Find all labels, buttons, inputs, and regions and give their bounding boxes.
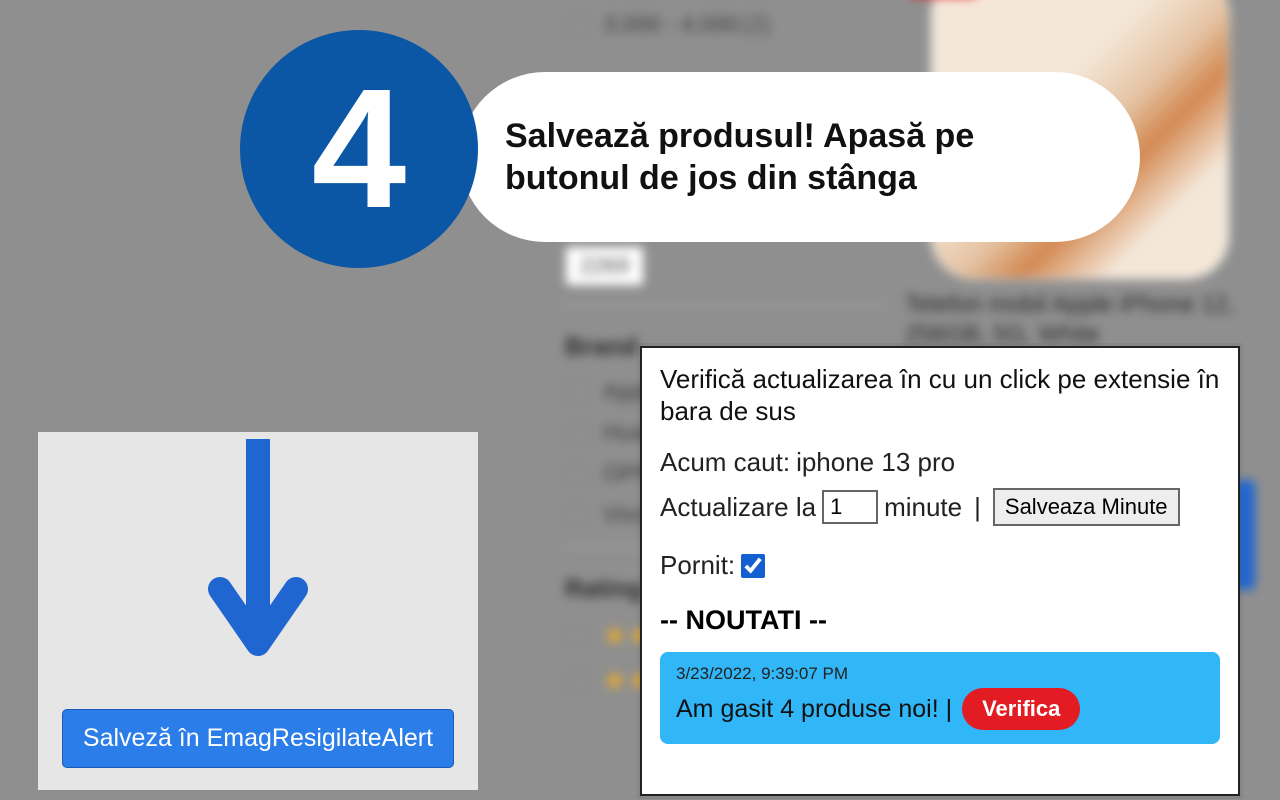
popup-search-prefix: Acum caut: — [660, 447, 790, 478]
checkbox-icon — [565, 421, 589, 445]
popup-search-value: iphone 13 pro — [796, 447, 955, 478]
save-panel: Salveză în EmagResigilateAlert — [38, 432, 478, 790]
step-number: 4 — [312, 64, 407, 234]
bg-product-title-line: 256GB, 5G, White — [905, 321, 1100, 348]
interval-input[interactable] — [822, 490, 878, 524]
bg-price-count: (2) — [743, 11, 771, 38]
verify-button[interactable]: Verifica — [962, 688, 1080, 730]
notification-card: 3/23/2022, 9:39:07 PM Am gasit 4 produse… — [660, 652, 1220, 744]
save-minutes-button[interactable]: Salveaza Minute — [993, 488, 1180, 526]
save-in-extension-button[interactable]: Salveză în EmagResigilateAlert — [62, 709, 454, 768]
step-text: Salvează produsul! Apasă pe butonul de j… — [505, 115, 1100, 200]
popup-interval-line: Actualizare la minute | Salveaza Minute — [660, 488, 1220, 526]
arrow-down-icon — [208, 439, 308, 669]
started-checkbox[interactable] — [741, 554, 765, 578]
notification-date: 3/23/2022, 9:39:07 PM — [676, 664, 1204, 684]
separator: | — [974, 492, 981, 523]
bg-product-title: Telefon mobil Apple iPhone 12, 256GB, 5G… — [905, 290, 1255, 350]
popup-update-unit: minute — [884, 492, 962, 523]
extension-popup: Verifică actualizarea în cu un click pe … — [640, 346, 1240, 796]
popup-news-heading: -- NOUTATI -- — [660, 605, 1220, 636]
step-text-bubble: Salvează produsul! Apasă pe butonul de j… — [460, 72, 1140, 242]
checkbox-icon — [565, 503, 589, 527]
bg-product-title-line: Telefon mobil Apple iPhone 12, — [905, 291, 1235, 318]
checkbox-icon — [565, 624, 589, 648]
popup-started-label: Pornit: — [660, 550, 735, 581]
notification-message: Am gasit 4 produse noi! | — [676, 695, 952, 724]
checkbox-icon — [565, 669, 589, 693]
popup-update-label: Actualizare la — [660, 492, 816, 523]
divider — [565, 304, 885, 305]
checkbox-icon — [565, 462, 589, 486]
popup-search-line: Acum caut: iphone 13 pro — [660, 447, 1220, 478]
step-number-badge: 4 — [240, 30, 478, 268]
popup-instruction: Verifică actualizarea în cu un click pe … — [660, 364, 1220, 427]
bg-price-range: 3.000 - 4.000 — [603, 11, 739, 38]
checkbox-icon — [565, 13, 589, 37]
bg-price-filter-row: 3.000 - 4.000 (2) — [565, 11, 885, 38]
checkbox-icon — [565, 380, 589, 404]
popup-started-line: Pornit: — [660, 550, 1220, 581]
bg-slider-min-input: 2269 — [565, 246, 644, 286]
